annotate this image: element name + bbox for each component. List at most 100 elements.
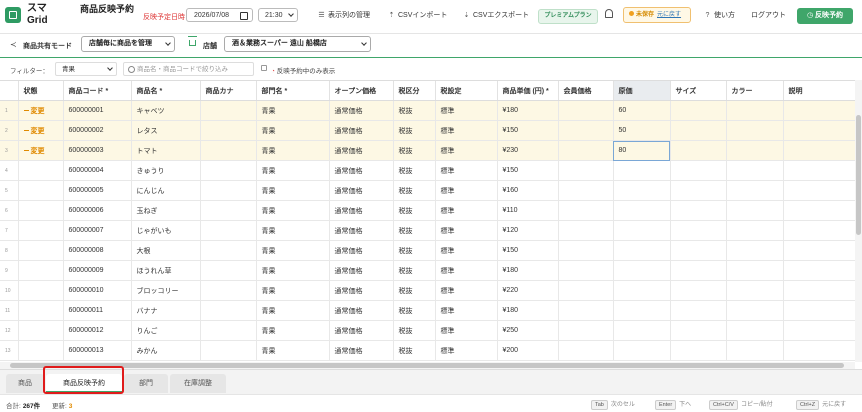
column-header[interactable]: 説明 <box>783 81 855 101</box>
cell-kana[interactable] <box>200 180 257 201</box>
cell-size[interactable] <box>670 340 727 361</box>
cell-size[interactable] <box>670 100 727 121</box>
cell-taxset[interactable]: 標準 <box>435 100 498 121</box>
cell-size[interactable] <box>670 160 727 181</box>
cell-status[interactable] <box>18 280 64 301</box>
cell-price[interactable]: ¥150 <box>497 120 559 141</box>
table-row[interactable]: 6 600000006 玉ねぎ 青果 通常価格 税抜 標準 ¥110 <box>0 200 855 221</box>
table-row[interactable]: 1 変更 600000001 キャベツ 青果 通常価格 税抜 標準 ¥180 60 <box>0 100 855 121</box>
cell-kana[interactable] <box>200 220 257 241</box>
cell-cost[interactable] <box>613 320 671 341</box>
cell-member[interactable] <box>558 100 614 121</box>
cell-cost[interactable] <box>613 180 671 201</box>
cell-cost[interactable] <box>613 340 671 361</box>
cell-open[interactable]: 通常価格 <box>329 320 394 341</box>
cell-dept[interactable]: 青果 <box>256 300 330 321</box>
cell-name[interactable]: ほうれん草 <box>131 260 201 281</box>
cell-cost[interactable] <box>613 260 671 281</box>
cell-dept[interactable]: 青果 <box>256 320 330 341</box>
cell-size[interactable] <box>670 120 727 141</box>
cell-cost[interactable] <box>613 220 671 241</box>
cell-price[interactable]: ¥250 <box>497 320 559 341</box>
cell-open[interactable]: 通常価格 <box>329 340 394 361</box>
cell-color[interactable] <box>726 140 784 161</box>
vertical-scrollbar[interactable] <box>855 80 862 362</box>
cell-color[interactable] <box>726 180 784 201</box>
cell-open[interactable]: 通常価格 <box>329 100 394 121</box>
help-link[interactable]: ? 使い方 <box>704 10 735 20</box>
cell-cost[interactable] <box>613 240 671 261</box>
cell-name[interactable]: キャベツ <box>131 100 201 121</box>
cell-name[interactable]: レタス <box>131 120 201 141</box>
cell-member[interactable] <box>558 320 614 341</box>
cell-cost[interactable] <box>613 300 671 321</box>
cell-status[interactable] <box>18 200 64 221</box>
cell-dept[interactable]: 青果 <box>256 340 330 361</box>
column-header[interactable]: 原価 <box>613 81 671 101</box>
column-header[interactable]: 商品単価 (円) * <box>497 81 559 101</box>
cell-taxcat[interactable]: 税抜 <box>393 100 436 121</box>
cell-taxset[interactable]: 標準 <box>435 260 498 281</box>
table-row[interactable]: 9 600000009 ほうれん草 青果 通常価格 税抜 標準 ¥180 <box>0 260 855 281</box>
cell-kana[interactable] <box>200 300 257 321</box>
cell-code[interactable]: 600000013 <box>63 340 132 361</box>
cell-taxcat[interactable]: 税抜 <box>393 180 436 201</box>
cell-code[interactable]: 600000004 <box>63 160 132 181</box>
column-header[interactable]: 税設定 <box>435 81 498 101</box>
cell-code[interactable]: 600000008 <box>63 240 132 261</box>
cell-dept[interactable]: 青果 <box>256 260 330 281</box>
tab-departments[interactable]: 部門 <box>124 374 168 393</box>
cell-size[interactable] <box>670 300 727 321</box>
table-row[interactable]: 3 変更 600000003 トマト 青果 通常価格 税抜 標準 ¥230 80 <box>0 140 855 161</box>
cell-kana[interactable] <box>200 260 257 281</box>
cell-name[interactable]: トマト <box>131 140 201 161</box>
cell-desc[interactable] <box>783 260 855 281</box>
column-header[interactable]: 会員価格 <box>558 81 614 101</box>
cell-taxcat[interactable]: 税抜 <box>393 220 436 241</box>
cell-price[interactable]: ¥120 <box>497 220 559 241</box>
cell-code[interactable]: 600000001 <box>63 100 132 121</box>
cell-desc[interactable] <box>783 120 855 141</box>
cell-name[interactable]: バナナ <box>131 300 201 321</box>
cell-open[interactable]: 通常価格 <box>329 220 394 241</box>
cell-price[interactable]: ¥150 <box>497 240 559 261</box>
cell-price[interactable]: ¥180 <box>497 300 559 321</box>
cell-taxset[interactable]: 標準 <box>435 180 498 201</box>
cell-color[interactable] <box>726 300 784 321</box>
scroll-thumb[interactable] <box>856 115 861 235</box>
cell-status[interactable] <box>18 260 64 281</box>
csv-import-button[interactable]: ⇡ CSVインポート <box>388 10 448 20</box>
logout-link[interactable]: ログアウト <box>751 10 786 20</box>
cell-color[interactable] <box>726 240 784 261</box>
cell-status[interactable]: 変更 <box>18 140 64 161</box>
cell-kana[interactable] <box>200 100 257 121</box>
cell-name[interactable]: 大根 <box>131 240 201 261</box>
undo-link[interactable]: 元に戻す <box>657 12 681 18</box>
table-row[interactable]: 8 600000008 大根 青果 通常価格 税抜 標準 ¥150 <box>0 240 855 261</box>
column-header[interactable]: 商品名 * <box>131 81 201 101</box>
cell-member[interactable] <box>558 260 614 281</box>
cell-color[interactable] <box>726 220 784 241</box>
cell-name[interactable]: みかん <box>131 340 201 361</box>
cell-size[interactable] <box>670 240 727 261</box>
cell-name[interactable]: にんじん <box>131 180 201 201</box>
cell-size[interactable] <box>670 200 727 221</box>
schedule-time-select[interactable]: 21:30 <box>258 8 298 22</box>
cell-taxset[interactable]: 標準 <box>435 140 498 161</box>
cell-taxcat[interactable]: 税抜 <box>393 140 436 161</box>
column-header[interactable]: サイズ <box>670 81 727 101</box>
cell-price[interactable]: ¥220 <box>497 280 559 301</box>
horizontal-scrollbar[interactable] <box>0 362 855 369</box>
cell-desc[interactable] <box>783 240 855 261</box>
cell-code[interactable]: 600000002 <box>63 120 132 141</box>
cell-size[interactable] <box>670 320 727 341</box>
schedule-date-input[interactable]: 2026/07/08 <box>186 8 253 22</box>
cell-code[interactable]: 600000005 <box>63 180 132 201</box>
cell-code[interactable]: 600000006 <box>63 200 132 221</box>
cell-open[interactable]: 通常価格 <box>329 240 394 261</box>
cell-size[interactable] <box>670 260 727 281</box>
cell-member[interactable] <box>558 120 614 141</box>
table-row[interactable]: 4 600000004 きゅうり 青果 通常価格 税抜 標準 ¥150 <box>0 160 855 181</box>
cell-taxcat[interactable]: 税抜 <box>393 280 436 301</box>
cell-open[interactable]: 通常価格 <box>329 200 394 221</box>
